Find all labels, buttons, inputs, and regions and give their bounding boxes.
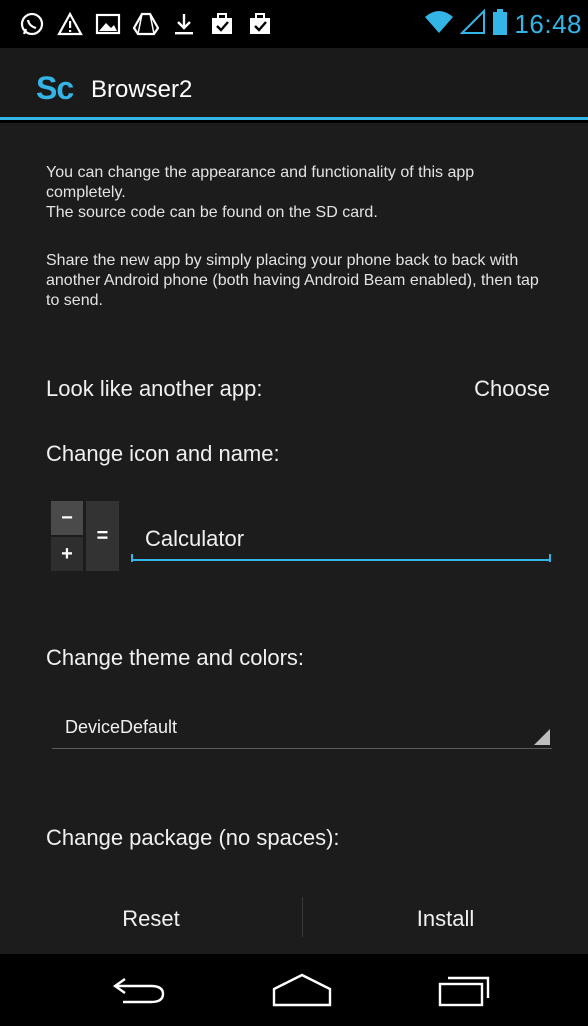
input-underline-cap (131, 554, 133, 562)
theme-spinner[interactable]: DeviceDefault (52, 705, 552, 749)
package-label: Change package (no spaces): (46, 825, 340, 850)
clock: 16:48 (514, 8, 582, 39)
warning-icon (56, 10, 84, 38)
calculator-plus-key: + (51, 537, 83, 571)
app-title: Browser2 (91, 76, 193, 103)
signal-icon (460, 8, 486, 40)
intro-line: You can change the appearance and functi… (46, 164, 475, 201)
icon-name-label: Change icon and name: (46, 441, 280, 466)
reset-button[interactable]: Reset (0, 883, 302, 954)
choose-button[interactable]: Choose (474, 376, 550, 402)
calculator-equals-key: = (86, 501, 119, 571)
whatsapp-icon (18, 10, 46, 38)
button-bar: Reset Install (0, 883, 588, 954)
dropdown-arrow-icon (534, 729, 550, 745)
install-button[interactable]: Install (303, 883, 588, 954)
image-icon (94, 10, 122, 38)
settings-content: You can change the appearance and functi… (0, 123, 588, 954)
status-bar: 16:48 (0, 0, 588, 48)
status-right: 16:48 (424, 8, 582, 40)
back-icon[interactable] (101, 968, 181, 1012)
battery-icon (492, 8, 508, 41)
source-code-note: The source code can be found on the SD c… (46, 204, 378, 221)
briefcase-check-icon (208, 10, 236, 38)
theme-label: Change theme and colors: (46, 645, 305, 670)
briefcase-check-icon (246, 10, 274, 38)
action-bar: Sc Browser2 (0, 48, 588, 120)
wifi-icon (424, 9, 454, 40)
intro-text: You can change the appearance and functi… (46, 163, 556, 223)
drive-icon (132, 10, 160, 38)
theme-spinner-value: DeviceDefault (65, 717, 178, 737)
app-name-input[interactable] (131, 519, 551, 561)
home-icon[interactable] (262, 968, 342, 1012)
input-underline-cap (549, 554, 551, 562)
look-like-label: Look like another app: (46, 376, 263, 401)
share-text: Share the new app by simply placing your… (46, 252, 539, 309)
notification-icons (18, 8, 274, 40)
download-icon (170, 10, 198, 38)
app-logo[interactable]: Sc (36, 70, 74, 107)
recent-apps-icon[interactable] (424, 968, 504, 1012)
calculator-minus-key: − (51, 501, 83, 535)
app-icon-picker[interactable]: − + = (51, 501, 119, 571)
navigation-bar (0, 954, 588, 1026)
